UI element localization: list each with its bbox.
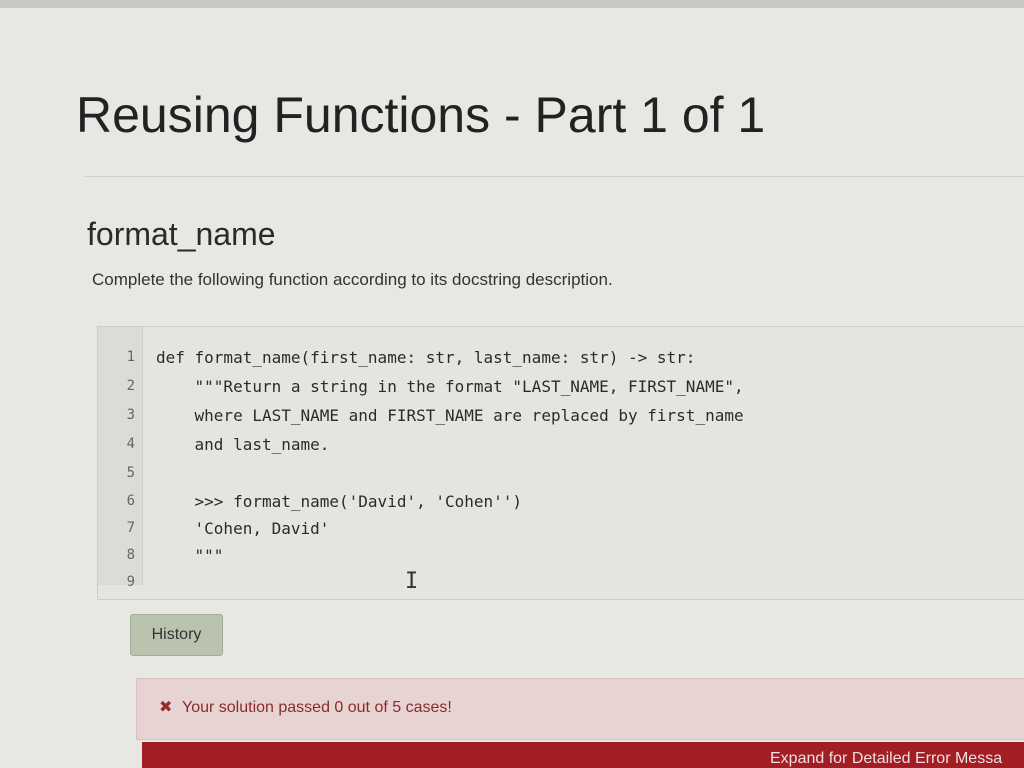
instructions-text: Complete the following function accordin… — [92, 270, 613, 289]
code-line[interactable]: and last_name. — [156, 435, 330, 454]
line-number: 6 — [126, 493, 135, 509]
x-mark-icon: ✖ — [159, 697, 173, 716]
text-cursor-icon: I — [405, 569, 419, 594]
title-divider — [84, 176, 1024, 177]
line-number: 5 — [126, 465, 135, 481]
line-number: 9 — [126, 574, 135, 590]
code-line[interactable]: >>> format_name('David', 'Cohen'') — [156, 492, 523, 511]
line-number: 8 — [126, 547, 135, 563]
error-details-bar[interactable]: Expand for Detailed Error Messa — [142, 742, 1024, 768]
code-line[interactable]: where LAST_NAME and FIRST_NAME are repla… — [156, 406, 744, 425]
code-editor[interactable]: 1 2 3 4 5 6 7 8 9 def format_name(first_… — [97, 326, 1024, 600]
expand-error-label[interactable]: Expand for Detailed Error Messa — [770, 750, 1002, 768]
code-line[interactable]: 'Cohen, David' — [156, 519, 330, 538]
line-number: 2 — [126, 378, 135, 394]
code-line[interactable]: def format_name(first_name: str, last_na… — [156, 348, 695, 367]
result-alert: ✖ Your solution passed 0 out of 5 cases! — [136, 678, 1024, 740]
history-button[interactable]: History — [130, 614, 223, 656]
code-line[interactable]: """Return a string in the format "LAST_N… — [156, 377, 744, 396]
line-number-gutter: 1 2 3 4 5 6 7 8 9 — [98, 327, 143, 590]
line-number: 1 — [126, 349, 135, 365]
result-message: Your solution passed 0 out of 5 cases! — [182, 699, 452, 716]
function-name-heading: format_name — [87, 216, 276, 252]
line-number: 4 — [126, 436, 135, 452]
code-line[interactable]: """ — [156, 546, 224, 565]
line-number: 3 — [126, 407, 135, 423]
exercise-page: Reusing Functions - Part 1 of 1 format_n… — [0, 8, 1024, 768]
page-title: Reusing Functions - Part 1 of 1 — [76, 87, 766, 143]
line-number: 7 — [126, 520, 135, 536]
